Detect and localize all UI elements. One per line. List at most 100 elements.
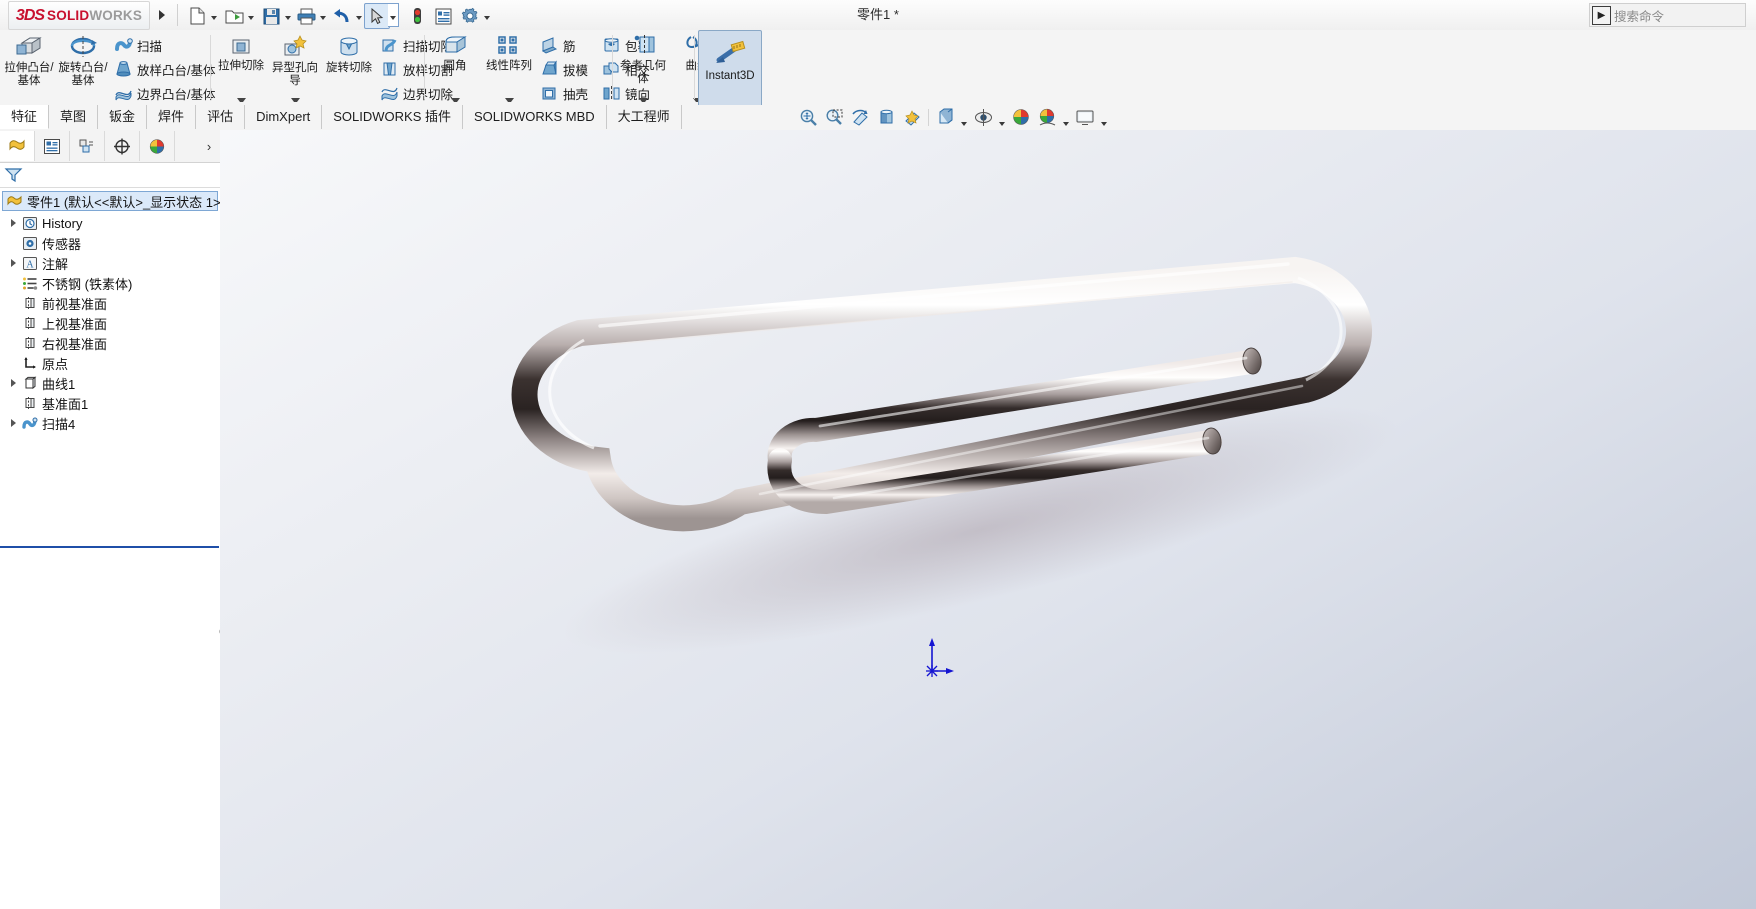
tree-item-top-plane[interactable]: 上视基准面 [0, 313, 220, 333]
tree-item-curve1[interactable]: 曲线1 [0, 373, 220, 393]
options-button[interactable] [457, 3, 483, 29]
tab-engineer[interactable]: 大工程师 [606, 105, 682, 129]
select-tool-dropdown[interactable] [388, 3, 399, 27]
tree-item-plane1[interactable]: 基准面1 [0, 393, 220, 413]
sweep-button[interactable]: 扫描 [110, 33, 219, 57]
new-document-button[interactable] [184, 3, 210, 29]
feature-tree-tab[interactable] [0, 131, 35, 161]
file-properties-button[interactable] [430, 3, 456, 29]
view-orientation-button[interactable] [899, 105, 925, 130]
view-settings-button[interactable] [1072, 105, 1098, 130]
options-dropdown[interactable] [481, 3, 492, 27]
hole-wizard-button[interactable]: 异型孔向导 [268, 30, 322, 107]
title-bar: 3DS SOLIDWORKS 零件1 * ▶ 搜索命令 [0, 0, 1756, 31]
tree-filter-bar[interactable] [0, 163, 220, 188]
tree-item-label: 右视基准面 [42, 336, 108, 352]
print-document-dropdown[interactable] [317, 3, 328, 27]
zoom-to-fit-button[interactable] [795, 105, 821, 130]
ribbon-group-boss-base: 拉伸凸台/基体 旋转凸台/基体 扫描 放样凸台/基体 边界凸台/基体 [2, 30, 219, 105]
paperclip-model[interactable] [220, 130, 1756, 909]
rebuild-button[interactable] [405, 3, 429, 29]
tab-solidworks-addins[interactable]: SOLIDWORKS 插件 [322, 105, 464, 129]
configuration-manager-tab[interactable] [70, 131, 105, 161]
linear-pattern-dropdown[interactable] [505, 98, 514, 105]
view-toolbar [795, 105, 1110, 130]
tab-dimxpert[interactable]: DimXpert [245, 105, 323, 129]
expand-arrow-icon[interactable] [6, 414, 20, 432]
revolve-boss-button[interactable]: 旋转凸台/基体 [56, 30, 110, 107]
tab-solidworks-mbd[interactable]: SOLIDWORKS MBD [463, 105, 607, 129]
fillet-button[interactable]: 圆角 [428, 30, 482, 107]
search-input[interactable]: ▶ 搜索命令 [1589, 3, 1746, 27]
tree-item-label: 不锈钢 (铁素体) [42, 276, 133, 292]
graphics-area[interactable] [220, 130, 1756, 909]
expand-arrow-icon[interactable] [6, 214, 20, 232]
tree-item-part[interactable]: 零件1 (默认<<默认>_显示状态 1>) [2, 191, 225, 211]
loft-boss-button[interactable]: 放样凸台/基体 [110, 57, 219, 81]
reference-geometry-dropdown[interactable] [639, 98, 648, 105]
tree-item-right-plane[interactable]: 右视基准面 [0, 333, 220, 353]
zoom-to-area-button[interactable] [821, 105, 847, 130]
hide-show-items-button[interactable] [970, 105, 996, 130]
display-style-dropdown[interactable] [958, 103, 970, 132]
reference-geometry-button[interactable]: 参考几何体 [616, 30, 670, 107]
undo-button[interactable] [329, 3, 355, 29]
tab-weldments[interactable]: 焊件 [147, 105, 197, 129]
display-manager-tab[interactable] [140, 131, 175, 161]
select-tool-button[interactable] [364, 3, 390, 29]
extrude-cut-button[interactable]: 拉伸切除 [214, 30, 268, 107]
apply-scene-dropdown[interactable] [1060, 103, 1072, 132]
property-manager-tab[interactable] [35, 131, 70, 161]
rotate-view-button[interactable] [847, 105, 873, 130]
panel-expand-arrow-icon[interactable]: › [202, 132, 216, 160]
save-document-dropdown[interactable] [282, 3, 293, 27]
tree-item-label: History [42, 215, 83, 231]
shell-button[interactable]: 抽壳 [536, 81, 592, 105]
logo-works-text: WORKS [89, 8, 143, 23]
rib-button[interactable]: 筋 [536, 33, 592, 57]
fillet-dropdown[interactable] [451, 98, 460, 105]
tree-item-origin[interactable]: 原点 [0, 353, 220, 373]
tab-sketch[interactable]: 草图 [49, 105, 99, 129]
draft-button[interactable]: 拔模 [536, 57, 592, 81]
expand-arrow-icon[interactable] [6, 374, 20, 392]
tree-item-label: 扫描4 [42, 416, 76, 432]
tab-evaluate[interactable]: 评估 [196, 105, 246, 129]
new-document-dropdown[interactable] [208, 3, 219, 27]
view-orientation-icon [904, 110, 920, 126]
tree-item-material[interactable]: 不锈钢 (铁素体) [0, 273, 220, 293]
tab-features[interactable]: 特征 [0, 105, 50, 129]
apply-scene-button[interactable] [1034, 105, 1060, 130]
solidworks-logo[interactable]: 3DS SOLIDWORKS [8, 1, 150, 30]
edit-appearance-button[interactable] [1008, 105, 1034, 130]
tree-item-history[interactable]: History [0, 213, 220, 233]
tree-item-annotations[interactable]: A 注解 [0, 253, 220, 273]
revolve-cut-button[interactable]: 旋转切除 [322, 30, 376, 107]
tab-sheetmetal[interactable]: 钣金 [98, 105, 148, 129]
hide-show-dropdown[interactable] [996, 103, 1008, 132]
print-document-button[interactable] [293, 3, 319, 29]
open-document-dropdown[interactable] [245, 3, 256, 27]
view-settings-dropdown[interactable] [1098, 103, 1110, 132]
extrude-cut-dropdown[interactable] [237, 98, 246, 105]
menu-expand-arrow-icon[interactable] [152, 4, 172, 26]
hole-wizard-dropdown[interactable] [291, 98, 300, 105]
extrude-boss-button[interactable]: 拉伸凸台/基体 [2, 30, 56, 107]
linear-pattern-button[interactable]: 线性阵列 [482, 30, 536, 107]
open-document-button[interactable] [221, 3, 247, 29]
section-view-button[interactable] [873, 105, 899, 130]
tree-item-sensors[interactable]: 传感器 [0, 233, 220, 253]
shell-label: 抽壳 [563, 87, 589, 102]
ribbon-group-instant3d: Instant3D [698, 30, 762, 107]
rollback-bar[interactable] [0, 546, 219, 548]
tree-item-sweep4[interactable]: 扫描4 [0, 413, 220, 433]
dimxpert-manager-tab[interactable] [105, 131, 140, 161]
loft-boss-label: 放样凸台/基体 [137, 63, 216, 78]
instant3d-button[interactable]: Instant3D [698, 30, 762, 107]
boundary-boss-button[interactable]: 边界凸台/基体 [110, 81, 219, 105]
save-document-button[interactable] [258, 3, 284, 29]
display-style-button[interactable] [932, 105, 958, 130]
expand-arrow-icon[interactable] [6, 254, 20, 272]
tree-item-front-plane[interactable]: 前视基准面 [0, 293, 220, 313]
undo-dropdown[interactable] [353, 3, 364, 27]
